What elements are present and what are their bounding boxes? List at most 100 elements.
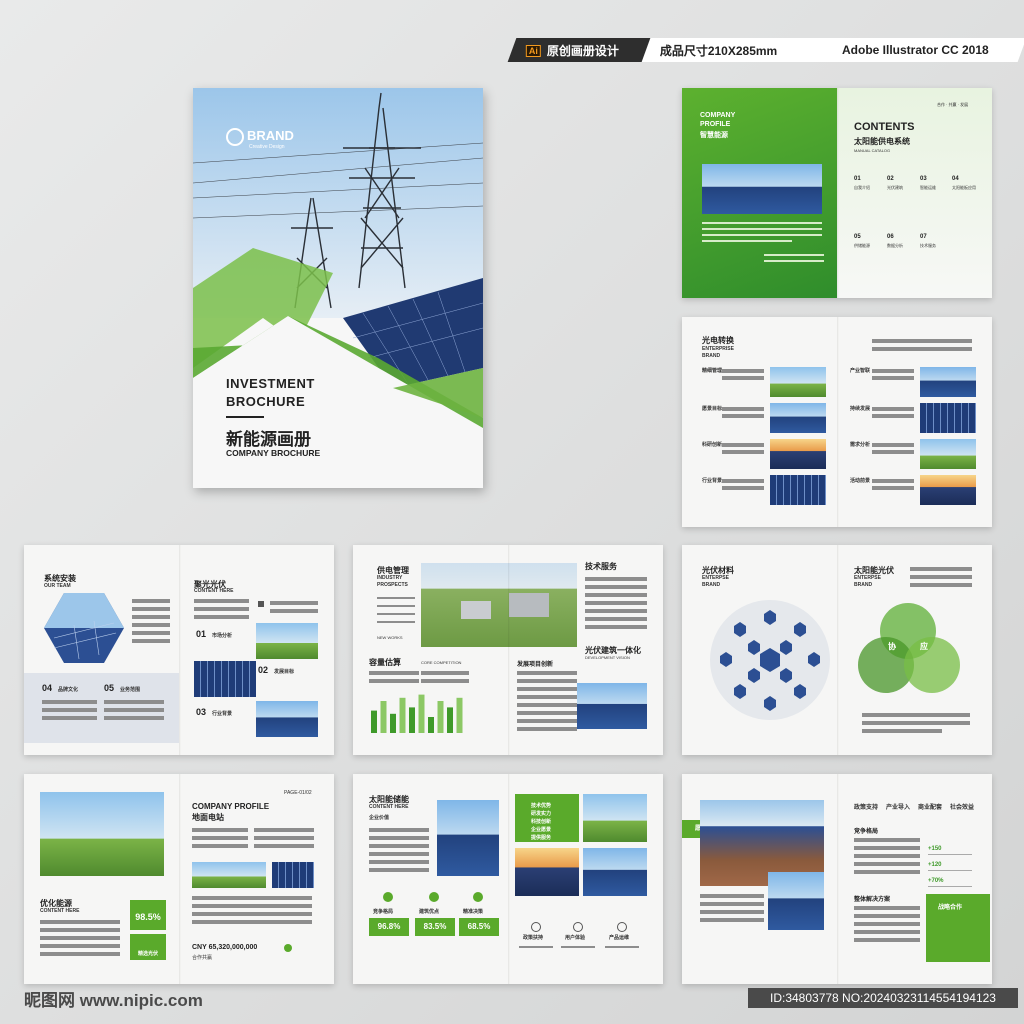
software-badge: Adobe Illustrator CC 2018 — [823, 38, 1024, 62]
station-photo — [256, 623, 318, 659]
capacity-bar-chart — [371, 694, 463, 733]
sunrise-photo — [920, 475, 976, 505]
stat-card: 建筑优点 83.5% — [415, 892, 455, 964]
grass-solar-photo — [256, 701, 318, 737]
tech-service-title: 技术服务 — [585, 562, 617, 571]
left-label: 科研创新 — [702, 442, 723, 448]
watermark-right: ID:34803778 NO:20240323114554194123 — [748, 988, 1018, 1008]
contents-catalog: MANUAL CATALOG — [854, 148, 891, 153]
stat-value: +150 — [928, 846, 942, 852]
house-solar-photo — [192, 862, 266, 888]
city-photo — [770, 367, 826, 397]
conversion-title: 光电转换 — [702, 336, 734, 345]
capacity-bar — [409, 707, 415, 733]
contents-subtitle: 太阳能供电系统 — [854, 137, 910, 146]
stat-box: 98.5% — [130, 900, 166, 930]
policy-icon — [531, 922, 541, 932]
spread-storage: 太阳能储能 CONTENT HERE 企业价值 竞争格局 96.8% 建筑优点 … — [353, 774, 663, 984]
capacity-bar — [380, 701, 387, 733]
capacity-bar — [447, 707, 453, 733]
smart-energy-label: 智慧能源 — [700, 132, 728, 139]
turbine-photo — [583, 794, 647, 842]
size-badge: 成品尺寸210X285mm — [641, 38, 849, 62]
green-dot-icon — [284, 944, 292, 952]
solar-panel-photo — [770, 475, 826, 505]
wind-farm-photo — [437, 800, 499, 876]
page-icon — [258, 601, 264, 607]
contents-top-right: 合作 · 共赢 · 发展 — [937, 102, 969, 107]
stat-card: 竞争格局 96.8% — [369, 892, 409, 964]
stat-card: 精准决策 68.5% — [459, 892, 499, 964]
rooftop-solar-photo — [702, 164, 822, 214]
panel-sky-photo — [920, 367, 976, 397]
spread-contents: COMPANY PROFILE 智慧能源 合作 · 共赢 · 发展 CONTEN… — [682, 88, 992, 298]
sunset-turbine-photo — [515, 848, 579, 896]
company-label: COMPANY — [700, 112, 736, 119]
spread-conversion: 光电转换 ENTERPRISE BRAND 精细管理 愿景目标 科研创新 行业背… — [682, 317, 992, 527]
spread-optimize: 优化能源 CONTENT HERE 98.5% 精选光伏 PAGE-01/02 … — [24, 774, 334, 984]
panel-closeup-photo — [920, 403, 976, 433]
software-badge-label: Adobe Illustrator CC 2018 — [842, 43, 989, 57]
watermark-left: 昵图网 www.nipic.com — [24, 991, 203, 1010]
item-04: 04 — [42, 683, 53, 693]
spread-power-management: 供电管理 INDUSTRY PROSPECTS NEW WORKS 技术服务 容… — [353, 545, 663, 755]
panel-rows-photo — [768, 872, 824, 930]
panel-field-photo — [583, 848, 647, 896]
hexagon-photo — [44, 593, 124, 663]
stat-label-box: 精选光伏 — [130, 934, 166, 960]
brand-name: BRAND — [247, 128, 294, 143]
left-label: 行业背景 — [702, 478, 723, 484]
company-profile-title: COMPANY PROFILE — [192, 802, 270, 811]
page-number: PAGE-01/02 — [284, 790, 312, 796]
cover-title-line1: INVESTMENT — [226, 376, 315, 391]
capacity-bar — [428, 717, 434, 733]
illustrator-icon: Ai — [526, 44, 541, 56]
right-label: 产业智联 — [850, 368, 871, 374]
size-badge-label: 成品尺寸210X285mm — [660, 43, 778, 58]
solar-field-large-photo — [40, 792, 164, 876]
sunset-solar-photo — [770, 439, 826, 469]
cover-title-cn: 新能源画册 — [226, 430, 311, 449]
spread-vision: 愿景目标 政策支持 产业导入 商业配套 社会效益 竞争格局 整体解决方案 +15… — [682, 774, 992, 984]
capacity-bar — [390, 713, 396, 733]
cover-title-line2: BROCHURE — [226, 394, 306, 409]
venn-label-2: 应 — [920, 642, 928, 651]
brand-subtitle: Creative Design — [249, 144, 285, 150]
nav-item: 社会效益 — [950, 805, 975, 811]
profile-label: PROFILE — [700, 121, 731, 128]
right-label: 活动前景 — [850, 478, 871, 484]
headset-icon — [617, 922, 627, 932]
contents-title: CONTENTS — [854, 121, 915, 133]
capacity-bar — [371, 710, 377, 733]
solar-field-photo — [770, 403, 826, 433]
item-05: 05 — [104, 683, 115, 693]
nav-item: 商业配套 — [918, 805, 943, 811]
cny-amount: CNY 65,320,000,000 — [192, 944, 258, 951]
compete-title: 竞争格局 — [854, 829, 879, 835]
user-icon — [573, 922, 583, 932]
capacity-bar — [437, 701, 444, 733]
strategy-box: 战略合作 — [926, 894, 990, 962]
brochure-cover: BRAND Creative Design INVESTMENT BROCHUR… — [193, 88, 483, 488]
capacity-title: 容量估算 — [369, 658, 401, 667]
brand-logo-icon — [226, 128, 244, 146]
right-label: 持续发展 — [850, 406, 871, 412]
left-label: 精细管理 — [702, 368, 723, 374]
advantage-list: 技术优势 研发实力 科技创新 企业愿景 提供服务 — [515, 794, 579, 842]
venn-label-1: 协 — [888, 642, 896, 651]
capacity-bar — [399, 697, 406, 733]
design-badge: Ai 原创画册设计 — [507, 38, 663, 62]
right-label: 需求分析 — [850, 442, 871, 448]
capacity-bar — [456, 697, 463, 733]
spread-materials: 光伏材料 ENTERPSE BRAND 太阳能光伏 ENTERPSE BRAND… — [682, 545, 992, 755]
design-badge-label: 原创画册设计 — [547, 43, 620, 58]
left-label: 愿景目标 — [702, 406, 723, 412]
cover-subtitle: COMPANY BROCHURE — [226, 448, 321, 458]
aerial-factory-photo — [421, 563, 577, 647]
spread-installation: 系统安装 OUR TEAM 04 品牌文化 05 业务范围 聚光光伏 CONTE… — [24, 545, 334, 755]
venn-circle-right — [904, 637, 960, 693]
wind-turbine-photo — [920, 439, 976, 469]
stat-value: +120 — [928, 862, 942, 868]
dev-project-title: 发展项目创新 — [517, 662, 554, 668]
capacity-bar — [418, 694, 425, 733]
